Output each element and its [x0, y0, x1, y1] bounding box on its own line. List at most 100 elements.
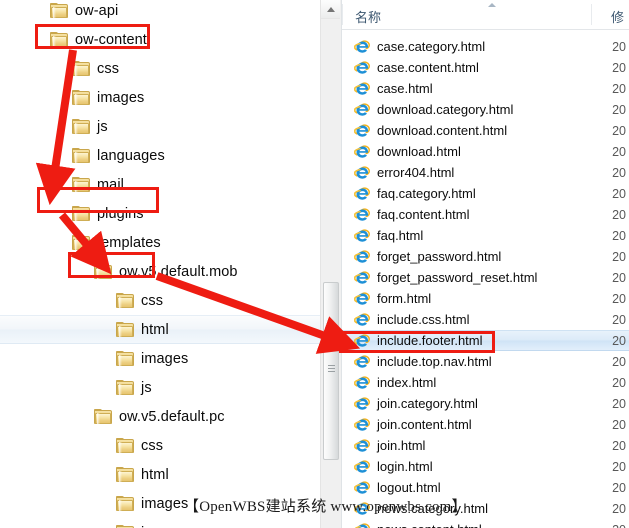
- file-name-label: login.html: [377, 459, 433, 474]
- file-modified-label: 20: [612, 501, 626, 516]
- scrollbar-grip-icon: [328, 365, 335, 373]
- folder-icon: [116, 351, 134, 366]
- folder-icon: [94, 264, 112, 279]
- file-row[interactable]: join.content.html 20: [342, 414, 629, 435]
- tree-item-ow-content[interactable]: ow-content: [0, 25, 320, 54]
- internet-explorer-icon: [354, 39, 371, 54]
- file-modified-label: 20: [612, 249, 626, 264]
- file-modified-label: 20: [612, 375, 626, 390]
- tree-item-label: images: [141, 495, 189, 512]
- sort-ascending-icon: [488, 3, 496, 7]
- file-name-label: case.category.html: [377, 39, 486, 54]
- internet-explorer-icon: [354, 102, 371, 117]
- internet-explorer-icon: [354, 291, 371, 306]
- file-name-label: error404.html: [377, 165, 455, 180]
- file-name-label: faq.html: [377, 228, 424, 243]
- file-modified-label: 20: [612, 228, 626, 243]
- file-row[interactable]: include.css.html 20: [342, 309, 629, 330]
- tree-item-html[interactable]: html: [0, 460, 320, 489]
- explorer-window: ow-api ow-content css images js languages mail…: [0, 0, 629, 528]
- tree-item-js[interactable]: js: [0, 112, 320, 141]
- folder-tree-pane[interactable]: ow-api ow-content css images js languages mail…: [0, 0, 320, 528]
- file-row[interactable]: download.content.html 20: [342, 120, 629, 141]
- file-row[interactable]: faq.html 20: [342, 225, 629, 246]
- folder-icon: [50, 3, 68, 18]
- file-name-label: faq.category.html: [377, 186, 476, 201]
- file-row[interactable]: download.html 20: [342, 141, 629, 162]
- scrollbar-thumb[interactable]: [323, 282, 339, 460]
- folder-icon: [72, 206, 90, 221]
- tree-item-css[interactable]: css: [0, 431, 320, 460]
- tree-item-plugins[interactable]: plugins: [0, 199, 320, 228]
- file-row[interactable]: form.html 20: [342, 288, 629, 309]
- folder-icon: [72, 177, 90, 192]
- file-name-label: forget_password_reset.html: [377, 270, 538, 285]
- tree-item-js[interactable]: js: [0, 373, 320, 402]
- folder-icon: [72, 148, 90, 163]
- file-name-label: logout.html: [377, 480, 441, 495]
- file-row[interactable]: join.html 20: [342, 435, 629, 456]
- folder-icon: [116, 496, 134, 511]
- internet-explorer-icon: [354, 438, 371, 453]
- file-row[interactable]: include.top.nav.html 20: [342, 351, 629, 372]
- tree-item-label: html: [141, 466, 169, 483]
- file-row[interactable]: faq.category.html 20: [342, 183, 629, 204]
- file-row[interactable]: case.html 20: [342, 78, 629, 99]
- file-modified-label: 20: [612, 396, 626, 411]
- file-name-label: join.category.html: [377, 396, 478, 411]
- file-row[interactable]: error404.html 20: [342, 162, 629, 183]
- column-header-name[interactable]: 名称: [355, 7, 381, 26]
- column-header-row: 名称 修: [342, 0, 629, 30]
- file-list-pane[interactable]: 名称 修 case.category.html 20 case.content.ht…: [341, 0, 629, 528]
- folder-icon: [72, 61, 90, 76]
- internet-explorer-icon: [354, 270, 371, 285]
- tree-item-css[interactable]: css: [0, 286, 320, 315]
- file-row[interactable]: join.category.html 20: [342, 393, 629, 414]
- tree-item-html[interactable]: html: [0, 315, 320, 344]
- file-name-label: case.html: [377, 81, 433, 96]
- file-name-label: include.top.nav.html: [377, 354, 492, 369]
- file-row[interactable]: login.html 20: [342, 456, 629, 477]
- file-modified-label: 20: [612, 523, 626, 528]
- internet-explorer-icon: [354, 417, 371, 432]
- file-row[interactable]: faq.content.html 20: [342, 204, 629, 225]
- file-row[interactable]: news.content.html 20: [342, 519, 629, 528]
- internet-explorer-icon: [354, 522, 371, 528]
- file-name-label: include.footer.html: [377, 333, 483, 348]
- file-modified-label: 20: [612, 312, 626, 327]
- folder-icon: [116, 438, 134, 453]
- file-row[interactable]: include.footer.html 20: [342, 330, 629, 351]
- tree-item-mail[interactable]: mail: [0, 170, 320, 199]
- tree-item-ow-v5-default-pc[interactable]: ow.v5.default.pc: [0, 402, 320, 431]
- file-modified-label: 20: [612, 39, 626, 54]
- tree-item-templates[interactable]: templates: [0, 228, 320, 257]
- column-header-modified[interactable]: 修: [611, 7, 624, 26]
- file-row[interactable]: forget_password.html 20: [342, 246, 629, 267]
- internet-explorer-icon: [354, 165, 371, 180]
- file-row[interactable]: download.category.html 20: [342, 99, 629, 120]
- tree-item-ow-v5-default-mob[interactable]: ow.v5.default.mob: [0, 257, 320, 286]
- tree-item-images[interactable]: images: [0, 344, 320, 373]
- tree-item-languages[interactable]: languages: [0, 141, 320, 170]
- file-modified-label: 20: [612, 207, 626, 222]
- tree-vertical-scrollbar[interactable]: [320, 0, 341, 528]
- tree-item-ow-api[interactable]: ow-api: [0, 0, 320, 25]
- tree-item-label: html: [141, 321, 169, 338]
- internet-explorer-icon: [354, 480, 371, 495]
- scroll-up-arrow-icon[interactable]: [321, 0, 340, 19]
- tree-item-css[interactable]: css: [0, 54, 320, 83]
- tree-item-label: ow-api: [75, 2, 119, 19]
- file-row[interactable]: forget_password_reset.html 20: [342, 267, 629, 288]
- file-row[interactable]: index.html 20: [342, 372, 629, 393]
- tree-item-js[interactable]: js: [0, 518, 320, 528]
- column-separator: [591, 4, 592, 25]
- tree-item-label: js: [141, 379, 152, 396]
- folder-icon: [72, 90, 90, 105]
- internet-explorer-icon: [354, 375, 371, 390]
- file-row[interactable]: case.content.html 20: [342, 57, 629, 78]
- file-name-label: case.content.html: [377, 60, 479, 75]
- file-row[interactable]: case.category.html 20: [342, 36, 629, 57]
- file-name-label: form.html: [377, 291, 432, 306]
- tree-item-images[interactable]: images: [0, 83, 320, 112]
- file-modified-label: 20: [612, 165, 626, 180]
